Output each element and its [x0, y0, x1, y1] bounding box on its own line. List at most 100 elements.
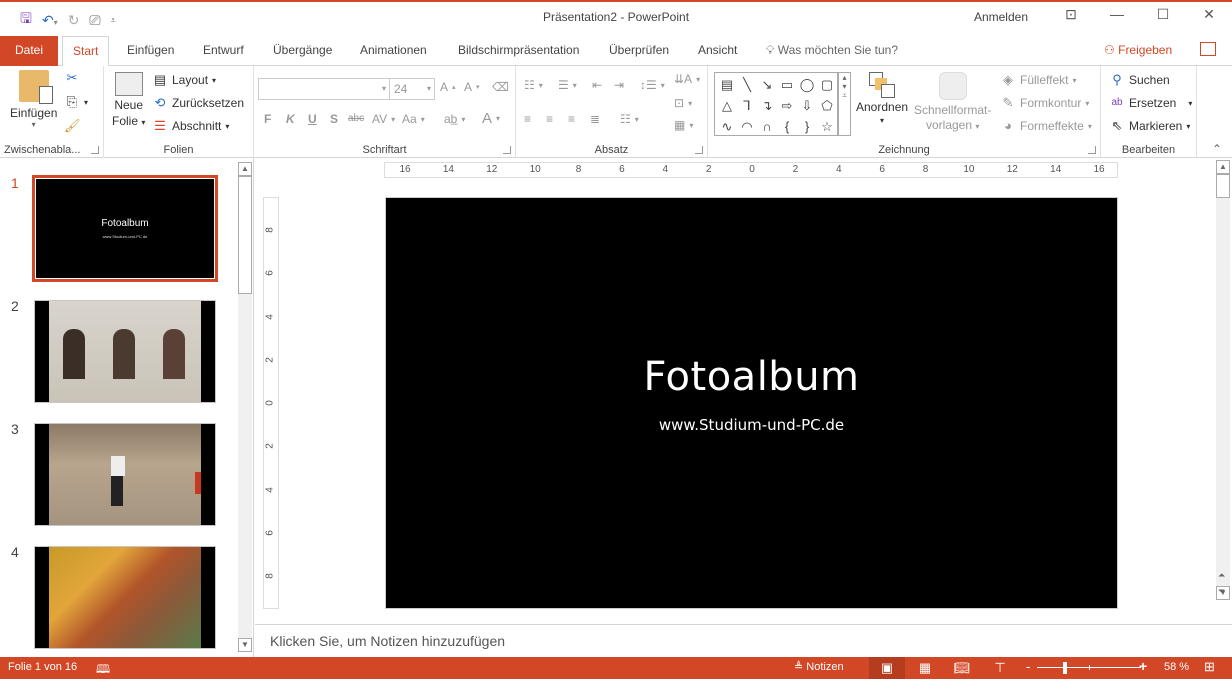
- reset-button[interactable]: ⟲ Zurücksetzen: [152, 95, 244, 111]
- italic-button[interactable]: K: [286, 112, 295, 126]
- shapes-gallery[interactable]: ▤ ╲ ↘ ▭ ◯ ▢ △ ⅂ ↴ ⇨ ⇩ ⬠ ∿ ◠ ∩{} ☆: [714, 72, 838, 136]
- tab-start[interactable]: Start: [62, 36, 110, 67]
- layout-button[interactable]: ▤ Layout ▾: [152, 72, 216, 88]
- char-spacing-button[interactable]: AV ▾: [372, 112, 395, 126]
- scroll-thumb[interactable]: [238, 176, 252, 294]
- next-slide-icon[interactable]: ⏷: [1218, 586, 1225, 597]
- shrink-font-button[interactable]: A ▾: [464, 80, 480, 94]
- shape-item[interactable]: △: [717, 95, 737, 116]
- font-name-combo[interactable]: ▾: [258, 78, 390, 100]
- shapes-gallery-scroll[interactable]: ▴ ▾ ⩡: [838, 72, 851, 136]
- text-direction-button[interactable]: ⇊A ▾: [674, 72, 700, 86]
- shape-item[interactable]: ◯: [797, 74, 817, 95]
- fit-to-window-icon[interactable]: ⊞: [1204, 659, 1215, 675]
- shape-outline-button[interactable]: ✎ Formkontur ▾: [1000, 95, 1090, 111]
- decrease-indent-button[interactable]: ⇤: [592, 78, 602, 92]
- tab-slideshow[interactable]: Bildschirmpräsentation: [448, 36, 589, 66]
- justify-button[interactable]: ≣: [590, 112, 600, 126]
- align-center-button[interactable]: ≡: [546, 112, 553, 126]
- bold-button[interactable]: F: [264, 112, 271, 126]
- shape-item[interactable]: ↴: [757, 95, 777, 116]
- scroll-up-button[interactable]: ▲: [238, 162, 252, 176]
- line-spacing-button[interactable]: ↕☰ ▾: [640, 78, 665, 92]
- sign-in-link[interactable]: Anmelden: [974, 10, 1028, 24]
- replace-button[interactable]: ab Ersetzen ▾: [1109, 95, 1192, 111]
- scroll-thumb[interactable]: [1216, 174, 1230, 198]
- grow-font-button[interactable]: A ▴: [440, 80, 456, 94]
- cut-button[interactable]: ✂: [64, 70, 80, 86]
- comments-icon[interactable]: [1200, 42, 1216, 56]
- slide-title[interactable]: Fotoalbum: [386, 354, 1117, 400]
- smartart-button[interactable]: ▦ ▾: [674, 118, 693, 132]
- notes-pane[interactable]: Klicken Sie, um Notizen hinzuzufügen: [255, 624, 1232, 657]
- dialog-launcher-icon[interactable]: [91, 146, 99, 154]
- ribbon-display-options-icon[interactable]: ⊡: [1048, 6, 1094, 23]
- find-button[interactable]: ⚲ Suchen: [1109, 72, 1169, 88]
- tab-view[interactable]: Ansicht: [688, 36, 747, 66]
- dialog-launcher-icon[interactable]: [1088, 146, 1096, 154]
- columns-button[interactable]: ☷ ▾: [620, 112, 639, 126]
- slide-thumbnail-2[interactable]: [34, 300, 216, 403]
- shape-item[interactable]: {: [777, 116, 797, 137]
- collapse-ribbon-icon[interactable]: ⌃: [1212, 142, 1222, 156]
- notes-placeholder[interactable]: Klicken Sie, um Notizen hinzuzufügen: [270, 633, 505, 649]
- shape-item[interactable]: ▢: [817, 74, 837, 95]
- shape-fill-button[interactable]: ◈ Fülleffekt ▾: [1000, 72, 1076, 88]
- slideshow-button[interactable]: ⊤: [982, 657, 1018, 679]
- zoom-slider-handle[interactable]: [1062, 662, 1067, 674]
- tab-review[interactable]: Überprüfen: [599, 36, 679, 66]
- shape-item[interactable]: ∩: [757, 116, 777, 137]
- slide-subtitle[interactable]: www.Studium-und-PC.de: [386, 416, 1117, 434]
- select-button[interactable]: ⇖ Markieren ▾: [1109, 118, 1191, 134]
- notes-toggle-button[interactable]: ≜ Notizen: [794, 660, 844, 673]
- numbering-button[interactable]: ☰ ▾: [558, 78, 577, 92]
- shape-item[interactable]: ∿: [717, 116, 737, 137]
- section-button[interactable]: ☰ Abschnitt ▾: [152, 118, 229, 134]
- shape-item[interactable]: ╲: [737, 74, 757, 95]
- shape-item[interactable]: }: [797, 116, 817, 137]
- minimize-button[interactable]: —: [1094, 6, 1140, 22]
- tab-animations[interactable]: Animationen: [350, 36, 437, 66]
- align-right-button[interactable]: ≡: [568, 112, 575, 126]
- quick-styles-button[interactable]: Schnellformat- vorlagen ▾: [914, 72, 991, 134]
- previous-slide-icon[interactable]: ⏶: [1218, 570, 1225, 581]
- increase-indent-button[interactable]: ⇥: [614, 78, 624, 92]
- format-painter-button[interactable]: 🖌︎: [64, 118, 81, 134]
- zoom-in-button[interactable]: +: [1139, 658, 1147, 674]
- copy-button[interactable]: ⎘ ▾: [64, 94, 88, 110]
- tab-insert[interactable]: Einfügen: [117, 36, 184, 66]
- tab-design[interactable]: Entwurf: [193, 36, 254, 66]
- zoom-out-button[interactable]: -: [1026, 659, 1030, 674]
- font-size-combo[interactable]: 24 ▾: [389, 78, 435, 100]
- close-button[interactable]: ✕: [1186, 6, 1232, 23]
- clear-formatting-button[interactable]: ⌫: [492, 80, 509, 94]
- shape-effects-button[interactable]: ◕ Formeffekte ▾: [1000, 118, 1092, 134]
- slide-sorter-button[interactable]: ▦: [907, 657, 943, 679]
- slide-thumbnail-4[interactable]: [34, 546, 216, 649]
- tab-file[interactable]: Datei: [0, 36, 58, 66]
- highlight-button[interactable]: ab̲ ▾: [444, 112, 465, 126]
- shape-item[interactable]: ◠: [737, 116, 757, 137]
- tab-transitions[interactable]: Übergänge: [263, 36, 342, 66]
- spell-check-icon[interactable]: 🕮︎: [96, 660, 110, 681]
- arrange-button[interactable]: Anordnen ▾: [856, 72, 908, 125]
- shape-item[interactable]: ⇩: [797, 95, 817, 116]
- strikethrough-button[interactable]: abc: [348, 113, 364, 124]
- dialog-launcher-icon[interactable]: [503, 146, 511, 154]
- bullets-button[interactable]: ☷ ▾: [524, 78, 543, 92]
- normal-view-button[interactable]: ▣: [869, 657, 905, 679]
- shape-item[interactable]: ⅂: [737, 95, 757, 116]
- share-button[interactable]: ⚇ Freigeben: [1104, 36, 1172, 64]
- shape-item[interactable]: ⇨: [777, 95, 797, 116]
- dialog-launcher-icon[interactable]: [695, 146, 703, 154]
- shape-item[interactable]: ▭: [777, 74, 797, 95]
- underline-button[interactable]: U: [308, 112, 317, 126]
- slide-thumbnail-3[interactable]: [34, 423, 216, 526]
- tell-me-box[interactable]: 💡︎ Was möchten Sie tun?: [766, 36, 898, 64]
- shape-item[interactable]: ▤: [717, 74, 737, 95]
- change-case-button[interactable]: Aa ▾: [402, 112, 425, 126]
- editor-scrollbar[interactable]: ▲ ▼: [1216, 160, 1230, 600]
- thumbnail-scrollbar[interactable]: ▲ ▼: [238, 162, 252, 652]
- shape-item[interactable]: ⬠: [817, 95, 837, 116]
- maximize-button[interactable]: ☐: [1140, 6, 1186, 23]
